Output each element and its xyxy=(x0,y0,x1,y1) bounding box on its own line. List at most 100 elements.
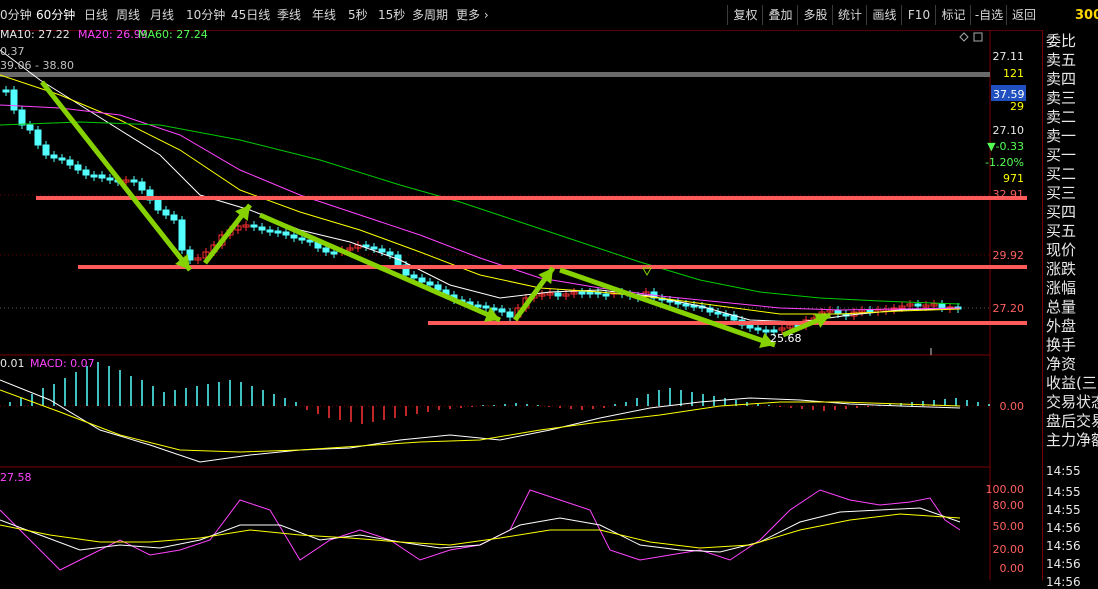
candle xyxy=(98,174,106,179)
period-toolbar: 0分钟 60分钟 日线 周线 月线 10分钟 45日线 季线 年线 5秒 15秒 多周期 更多 › 复权叠… xyxy=(0,0,1042,31)
quote-label: 净资 xyxy=(1046,355,1077,373)
period-tab-5[interactable]: 10分钟 xyxy=(186,8,225,22)
quote-label: 卖二 xyxy=(1046,108,1077,126)
ma60-line xyxy=(0,104,961,311)
candle xyxy=(290,234,298,239)
quote-label: 收益(三) xyxy=(1046,374,1098,392)
price-29: 29 xyxy=(1010,100,1024,113)
candle xyxy=(250,224,258,228)
tick-time: 14:56 xyxy=(1046,521,1081,535)
trend-arrow xyxy=(40,80,192,272)
toolbar-button-2[interactable]: 多股 xyxy=(797,5,833,25)
candle xyxy=(298,237,306,241)
toolbar-button-0[interactable]: 复权 xyxy=(727,5,763,25)
quote-label: 涨幅 xyxy=(1046,279,1077,297)
candle xyxy=(482,305,490,309)
quote-label: 现价 xyxy=(1046,241,1077,259)
candle xyxy=(266,229,274,233)
candle xyxy=(370,246,378,250)
candle xyxy=(138,181,146,191)
kdj-d-line xyxy=(0,513,961,549)
quote-label: 买一 xyxy=(1046,146,1077,164)
toolbar-button-5[interactable]: F10 xyxy=(901,5,936,25)
ma60-legend: MA60: 27.24 xyxy=(138,30,208,41)
period-tab-0[interactable]: 0分钟 xyxy=(0,8,32,22)
volume: 971 xyxy=(1003,172,1024,185)
candle xyxy=(498,308,506,313)
candle xyxy=(762,329,770,333)
quote-label: 委比 xyxy=(1046,32,1077,50)
marker-icon xyxy=(642,267,652,277)
toolbar-button-1[interactable]: 叠加 xyxy=(762,5,798,25)
kdj-0: 0.00 xyxy=(1000,562,1025,575)
quote-label: 主力净额 xyxy=(1046,431,1098,449)
candle xyxy=(586,291,594,295)
period-tab-10[interactable]: 15秒 xyxy=(378,8,405,22)
toolbar-button-3[interactable]: 统计 xyxy=(832,5,867,25)
toolbar-button-4[interactable]: 画线 xyxy=(866,5,902,25)
period-tab-2[interactable]: 日线 xyxy=(84,8,108,22)
candle xyxy=(282,231,290,236)
period-tab-7[interactable]: 季线 xyxy=(277,8,301,22)
candle xyxy=(106,177,114,181)
toolbar-button-8[interactable]: 返回 xyxy=(1006,5,1041,25)
kline-chart-svg[interactable]: 27.1112137.592927.10▼-0.33-1.20%97132.91… xyxy=(0,28,1042,580)
kdj-80: 80.00 xyxy=(993,499,1025,512)
candle xyxy=(154,199,162,211)
kline-chart-area[interactable]: 27.11 121 37.59 29 27.10 ▼-0.33 -1.20% 971 32.91… xyxy=(0,28,1042,580)
legend-line2: 0.37 xyxy=(0,45,25,58)
price-change: ▼-0.33 xyxy=(987,140,1024,153)
quote-panel: 委比 卖五 卖四 卖三 卖二 卖一 买一 买二 买三 买四 买五 现价 涨跌 涨幅 总量 外盘 换手 净资 收益(三… xyxy=(1042,30,1098,589)
macd-zero: 0.00 xyxy=(1000,400,1025,413)
period-tab-9[interactable]: 5秒 xyxy=(348,8,368,22)
candle xyxy=(426,281,434,286)
quote-label: 卖三 xyxy=(1046,89,1077,107)
candle xyxy=(386,251,394,256)
quote-label: 卖四 xyxy=(1046,70,1077,88)
period-tab-3[interactable]: 周线 xyxy=(116,8,140,22)
macd-dif xyxy=(0,379,961,463)
period-tab-6[interactable]: 45日线 xyxy=(231,8,270,22)
period-tab-1[interactable]: 60分钟 xyxy=(36,8,75,22)
last-price: 27.10 xyxy=(993,124,1025,137)
ma10-legend: MA10: 27.22 xyxy=(0,30,70,41)
candle xyxy=(130,179,138,183)
candle xyxy=(2,89,10,93)
period-tab-4[interactable]: 月线 xyxy=(150,8,174,22)
tick-time: 14:55 xyxy=(1046,503,1081,517)
low-price-label: 25.68 xyxy=(770,332,802,345)
kdj-50: 50.00 xyxy=(993,520,1025,533)
tick-time: 14:55 xyxy=(1046,485,1081,499)
period-tab-11[interactable]: 多周期 xyxy=(412,8,448,22)
kdj-20: 20.00 xyxy=(993,543,1025,556)
candle xyxy=(178,219,186,251)
candle xyxy=(10,89,18,111)
candle xyxy=(66,159,74,166)
quote-label: 卖五 xyxy=(1046,51,1077,69)
candle xyxy=(170,214,178,221)
tick-time: 14:55 xyxy=(1046,464,1081,478)
kdj-legend: 27.58 xyxy=(0,471,32,484)
kdj-k-line xyxy=(0,507,961,553)
candle xyxy=(602,293,610,297)
candle xyxy=(682,303,690,307)
candle xyxy=(474,304,482,308)
candle xyxy=(82,169,90,176)
candle xyxy=(74,164,82,171)
toolbar-button-6[interactable]: 标记 xyxy=(935,5,971,25)
period-tab-12[interactable]: 更多 › xyxy=(456,8,489,22)
candle xyxy=(410,274,418,279)
toolbar-button-7[interactable]: -自选 xyxy=(970,5,1007,25)
tick-time: 14:56 xyxy=(1046,539,1081,553)
candle xyxy=(58,157,66,161)
tick-time: 14:56 xyxy=(1046,575,1081,589)
period-tab-8[interactable]: 年线 xyxy=(312,8,336,22)
price-band xyxy=(0,72,990,77)
legend-line3: 39.06 - 38.80 xyxy=(0,59,74,72)
candle xyxy=(938,303,946,309)
square-icon xyxy=(973,32,983,42)
quote-label: 买二 xyxy=(1046,165,1077,183)
candle xyxy=(578,291,586,295)
candle xyxy=(746,324,754,329)
quote-label: 买五 xyxy=(1046,222,1077,240)
